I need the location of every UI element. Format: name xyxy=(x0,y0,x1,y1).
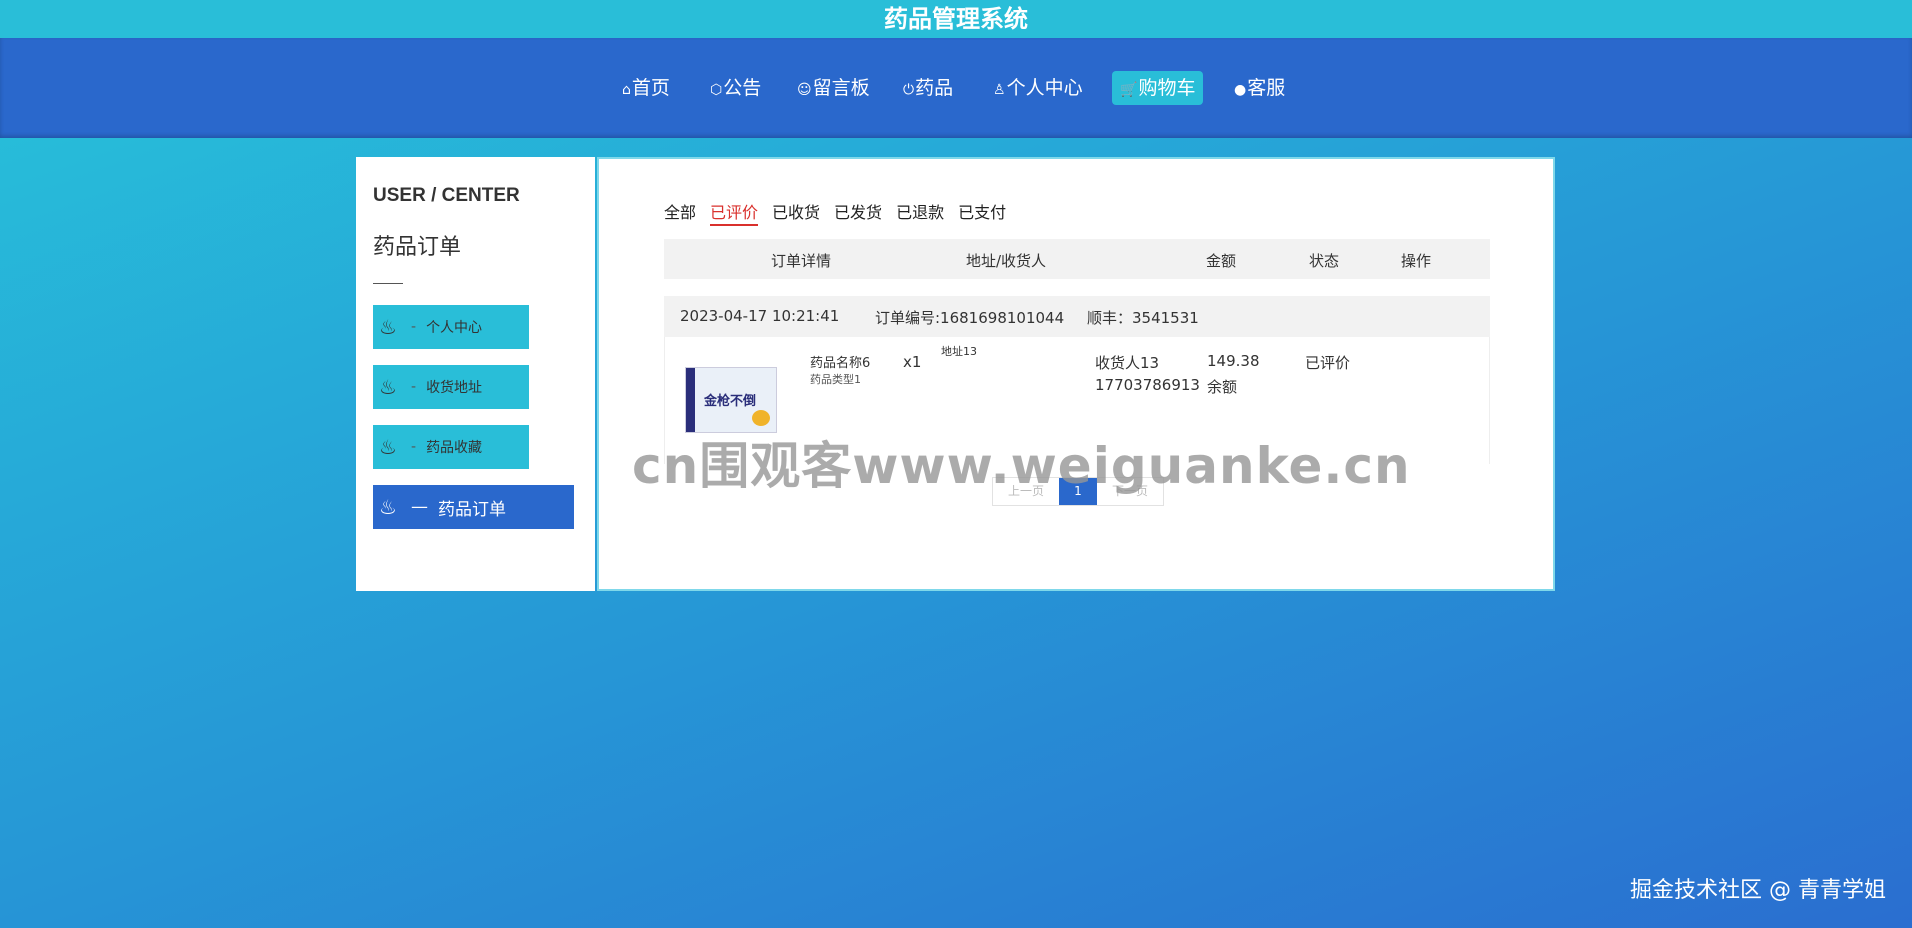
dash: - xyxy=(411,319,417,335)
sidebar-subtitle: 药品订单 xyxy=(373,235,462,260)
col-status: 状态 xyxy=(1308,252,1340,270)
address: 地址13 xyxy=(941,345,977,358)
smile-icon: ☺ xyxy=(797,82,812,98)
product-name[interactable]: 药品名称6 xyxy=(810,352,870,371)
product-type: 药品类型1 xyxy=(810,373,861,386)
nav-messages[interactable]: ☺留言板 xyxy=(789,71,878,105)
flame-icon: ♨ xyxy=(379,495,397,519)
order-tabs: 全部 已评价 已收货 已发货 已退款 已支付 xyxy=(664,199,1006,226)
phone: 17703786913 xyxy=(1095,376,1200,394)
cube-icon: ⬡ xyxy=(710,82,723,98)
tab-all[interactable]: 全部 xyxy=(664,199,696,226)
tab-received[interactable]: 已收货 xyxy=(772,199,820,226)
order-number: 订单编号:1681698101044 xyxy=(875,309,1065,327)
nav-label: 首页 xyxy=(631,77,670,99)
dash: - xyxy=(411,439,417,455)
nav-label: 留言板 xyxy=(812,77,870,99)
dash: — xyxy=(411,497,428,517)
tab-paid[interactable]: 已支付 xyxy=(958,199,1006,226)
product-image: 金枪不倒 xyxy=(685,367,777,433)
sidebar-item-favorites[interactable]: ♨ - 药品收藏 xyxy=(373,425,529,469)
product-image-label: 金枪不倒 xyxy=(704,394,757,409)
sidebar-item-label: 收货地址 xyxy=(426,380,483,396)
order-time: 2023-04-17 10:21:41 xyxy=(680,307,840,325)
tab-refunded[interactable]: 已退款 xyxy=(896,199,944,226)
home-icon: ⌂ xyxy=(622,82,631,98)
nav-service[interactable]: ●客服 xyxy=(1226,71,1293,105)
nav-announcements[interactable]: ⬡公告 xyxy=(702,71,769,105)
sidebar-item-address[interactable]: ♨ - 收货地址 xyxy=(373,365,529,409)
order-status: 已评价 xyxy=(1305,354,1351,372)
receiver: 收货人13 xyxy=(1095,354,1160,372)
sidebar-item-user-center[interactable]: ♨ - 个人中心 xyxy=(373,305,529,349)
col-address: 地址/收货人 xyxy=(965,252,1047,270)
nav-label: 公告 xyxy=(723,77,762,99)
top-nav: ⌂首页 ⬡公告 ☺留言板 ⏻药品 ♙个人中心 🛒购物车 ●客服 xyxy=(0,38,1912,138)
footer-credit: 掘金技术社区 @ 青青学姐 xyxy=(1630,878,1886,903)
sidebar-item-label: 药品收藏 xyxy=(426,440,483,456)
sidebar-item-label: 个人中心 xyxy=(426,320,483,336)
col-actions: 操作 xyxy=(1400,252,1432,270)
quantity: x1 xyxy=(903,353,922,371)
tab-shipped[interactable]: 已发货 xyxy=(834,199,882,226)
divider xyxy=(373,283,403,284)
wechat-icon: ● xyxy=(1234,82,1247,98)
power-icon: ⏻ xyxy=(903,82,915,98)
col-amount: 金额 xyxy=(1205,252,1237,270)
nav-cart[interactable]: 🛒购物车 xyxy=(1112,71,1204,105)
nav-home[interactable]: ⌂首页 xyxy=(614,71,678,105)
amount: 149.38 xyxy=(1207,352,1260,370)
order-header: 2023-04-17 10:21:41 订单编号:1681698101044 顺… xyxy=(664,296,1490,337)
orders-panel: 全部 已评价 已收货 已发货 已退款 已支付 订单详情 地址/收货人 金额 状态… xyxy=(597,157,1555,591)
flame-icon: ♨ xyxy=(379,315,397,339)
watermark: cn围观客www.weiguanke.cn xyxy=(632,437,1411,495)
tab-reviewed[interactable]: 已评价 xyxy=(710,199,759,226)
user-icon: ♙ xyxy=(993,82,1006,98)
nav-label: 个人中心 xyxy=(1006,77,1083,99)
flame-icon: ♨ xyxy=(379,435,397,459)
express-number: 顺丰：3541531 xyxy=(1087,309,1199,327)
sidebar-heading: USER / CENTER xyxy=(373,185,520,206)
nav-label: 药品 xyxy=(915,77,954,99)
pay-method: 余额 xyxy=(1207,378,1238,396)
app-title: 药品管理系统 xyxy=(0,0,1912,38)
col-detail: 订单详情 xyxy=(770,252,832,270)
flame-icon: ♨ xyxy=(379,375,397,399)
nav-label: 客服 xyxy=(1247,77,1286,99)
dash: - xyxy=(411,379,417,395)
cart-icon: 🛒 xyxy=(1120,82,1138,98)
nav-label: 购物车 xyxy=(1138,77,1196,99)
sidebar-item-label: 药品订单 xyxy=(438,499,506,520)
nav-user-center[interactable]: ♙个人中心 xyxy=(985,71,1091,105)
table-header: 订单详情 地址/收货人 金额 状态 操作 xyxy=(664,239,1490,279)
sidebar: USER / CENTER 药品订单 ♨ - 个人中心 ♨ - 收货地址 ♨ - 药品收藏 … xyxy=(356,157,595,591)
nav-medicine[interactable]: ⏻药品 xyxy=(895,71,961,105)
sidebar-item-orders[interactable]: ♨ — 药品订单 xyxy=(373,485,574,529)
